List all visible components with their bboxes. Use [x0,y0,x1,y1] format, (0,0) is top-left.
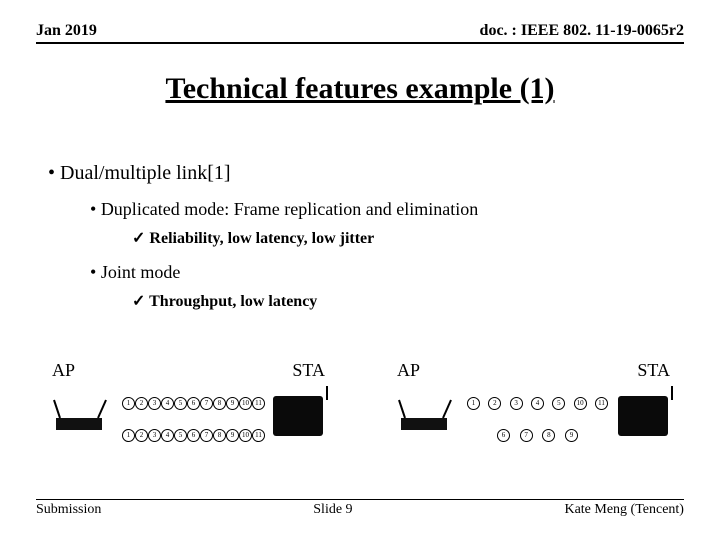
frame-number: 6 [187,429,200,442]
frame-number: 1 [122,429,135,442]
frame-number: 9 [565,429,578,442]
frame-number: 2 [135,429,148,442]
frame-number: 8 [213,397,226,410]
frame-number: 9 [226,429,239,442]
frame-number: 2 [135,397,148,410]
frame-number: 4 [161,429,174,442]
frame-number: 11 [595,397,608,410]
frame-number: 9 [226,397,239,410]
frame-number: 5 [174,397,187,410]
diagram-joint: AP STA 12345 10 11 6789 [375,344,690,474]
frame-number: 3 [148,429,161,442]
frame-number: 10 [239,429,252,442]
sta-icon [273,396,323,436]
frame-number: 10 [239,397,252,410]
content: Dual/multiple link[1] Duplicated mode: F… [48,148,672,311]
bullet-duplicated-mode: Duplicated mode: Frame replication and e… [90,199,672,220]
sta-label: STA [292,360,325,381]
footer-center: Slide 9 [313,502,352,518]
frame-number: 8 [542,429,555,442]
sta-icon [618,396,668,436]
frame-number: 1 [467,397,480,410]
ap-label: AP [52,360,75,381]
header-date: Jan 2019 [36,22,97,40]
seq-bottom: 6789 [497,424,578,446]
frame-number: 6 [187,397,200,410]
frame-number: 1 [122,397,135,410]
footer-right: Kate Meng (Tencent) [564,502,684,518]
frame-number: 2 [488,397,501,410]
frame-number: 4 [161,397,174,410]
bullet-throughput: Throughput, low latency [132,291,672,311]
diagram-duplicated: AP STA 1234567891011 1234567891011 [30,344,345,474]
header-doc: doc. : IEEE 802. 11-19-0065r2 [480,22,684,40]
frame-number: 7 [200,429,213,442]
page-title: Technical features example (1) [0,72,720,106]
seq-top: 12345 10 11 [467,392,608,414]
frame-number: 4 [531,397,544,410]
bullet-joint-mode: Joint mode [90,262,672,283]
frame-number: 7 [200,397,213,410]
ap-icon [397,398,457,434]
bullet-reliability: Reliability, low latency, low jitter [132,228,672,248]
frame-number: 5 [174,429,187,442]
seq-top: 1234567891011 [122,392,263,414]
frame-number: 7 [520,429,533,442]
ap-icon [52,398,112,434]
frame-number: 8 [213,429,226,442]
ap-label: AP [397,360,420,381]
frame-number: 3 [148,397,161,410]
frame-number: 3 [510,397,523,410]
bullet-dual-link: Dual/multiple link[1] [48,162,672,185]
sta-label: STA [637,360,670,381]
frame-number: 5 [552,397,565,410]
frame-number: 11 [252,397,265,410]
frame-number: 11 [252,429,265,442]
frame-number: 10 [574,397,587,410]
seq-bottom: 1234567891011 [122,424,263,446]
frame-number: 6 [497,429,510,442]
footer-left: Submission [36,502,101,518]
